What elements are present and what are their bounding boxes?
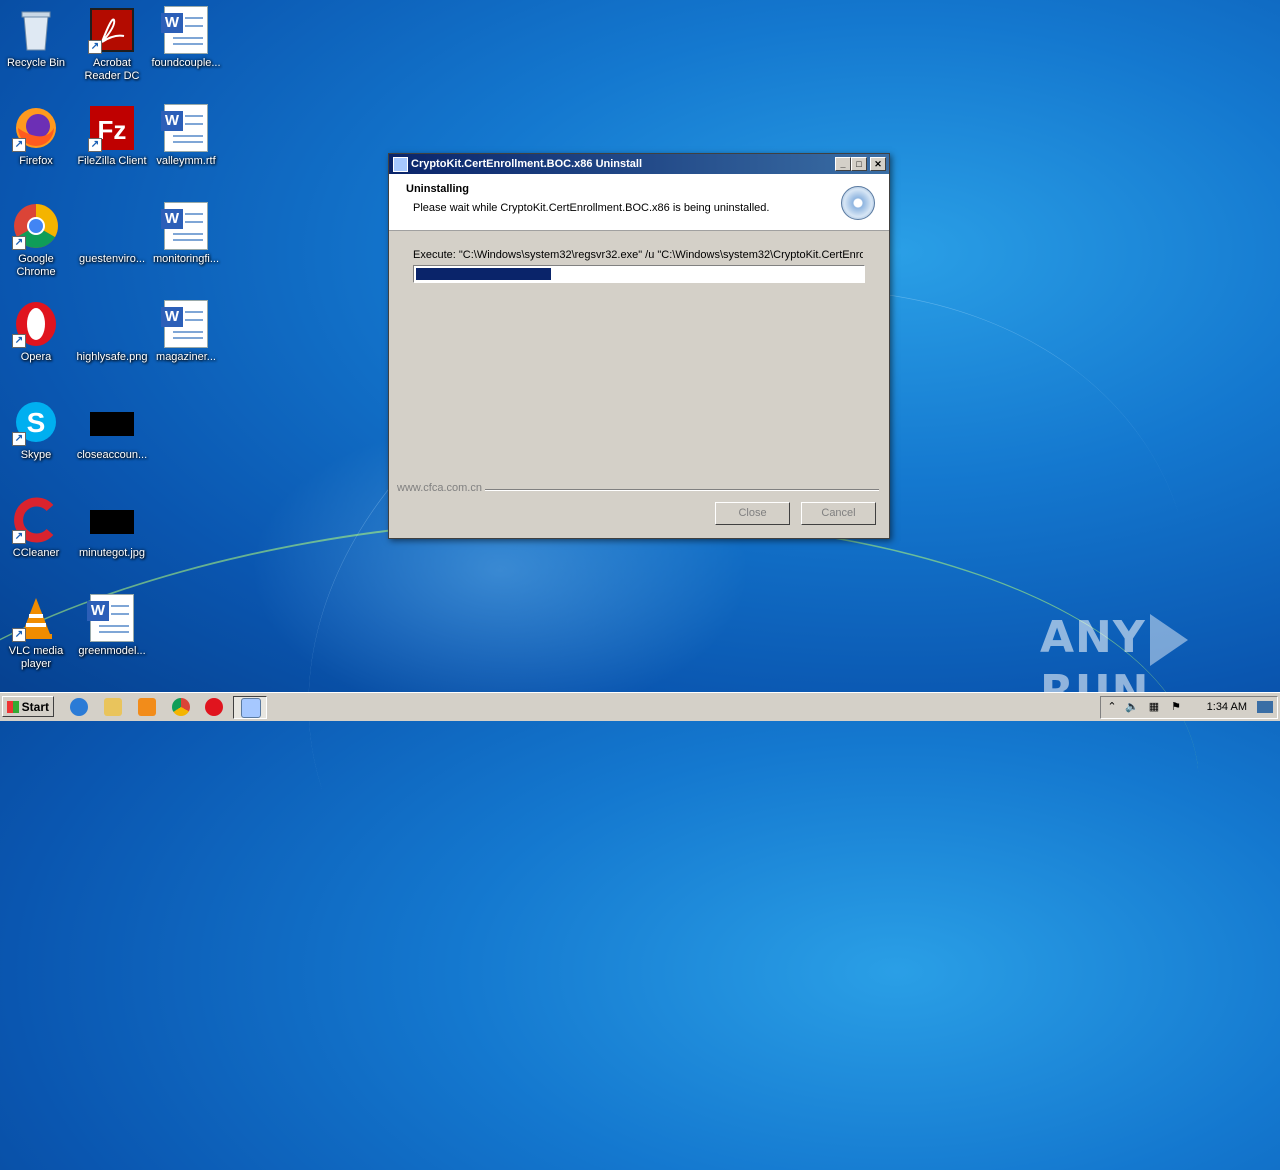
black-image-icon	[88, 496, 136, 544]
desktop-icon-greenmodel[interactable]: W greenmodel...	[74, 594, 150, 658]
minimize-button[interactable]: _	[835, 157, 851, 171]
filezilla-icon: Fz ↗	[88, 104, 136, 152]
show-hidden-icons-icon[interactable]: ⌃	[1105, 700, 1119, 714]
desktop-icon-skype[interactable]: S ↗ Skype	[0, 398, 74, 462]
volume-icon[interactable]: 🔈	[1125, 700, 1139, 714]
word-doc-icon: W	[161, 202, 210, 250]
uninstaller-taskbar-button[interactable]	[233, 696, 267, 719]
desktop-icon-closeaccoun[interactable]: closeaccoun...	[74, 398, 150, 462]
explorer-folder-icon[interactable]	[104, 698, 122, 716]
desktop-icon-chrome[interactable]: ↗ Google Chrome	[0, 202, 74, 279]
desktop-icon-firefox[interactable]: ↗ Firefox	[0, 104, 74, 168]
cancel-button[interactable]: Cancel	[801, 502, 876, 525]
installer-taskbar-icon	[241, 698, 261, 718]
maximize-button[interactable]: □	[851, 157, 867, 171]
close-button[interactable]: Close	[715, 502, 790, 525]
desktop-icon-ccleaner[interactable]: ↗ CCleaner	[0, 496, 74, 560]
branding-text: www.cfca.com.cn	[397, 482, 485, 494]
svg-text:S: S	[27, 407, 46, 438]
clock[interactable]: 1:34 AM	[1207, 697, 1247, 718]
start-button[interactable]: Start	[2, 696, 54, 717]
progress-bar	[413, 265, 865, 283]
dialog-title: CryptoKit.CertEnrollment.BOC.x86 Uninsta…	[411, 158, 643, 170]
show-desktop-icon[interactable]	[1257, 701, 1273, 713]
firefox-icon: ↗	[12, 104, 60, 152]
shortcut-arrow-icon: ↗	[88, 40, 102, 54]
progress-fill	[416, 268, 551, 280]
shortcut-arrow-icon: ↗	[12, 334, 26, 348]
desktop-icon-opera[interactable]: ↗ Opera	[0, 300, 74, 364]
cd-install-icon	[841, 186, 875, 220]
shortcut-arrow-icon: ↗	[12, 432, 26, 446]
skype-icon: S ↗	[12, 398, 60, 446]
word-doc-icon: W	[161, 104, 210, 152]
media-player-icon[interactable]	[138, 698, 156, 716]
watermark-left-text: ANY	[1040, 612, 1146, 663]
shortcut-arrow-icon: ↗	[12, 236, 26, 250]
shortcut-arrow-icon: ↗	[12, 628, 26, 642]
blank-file-icon	[88, 202, 136, 250]
shortcut-arrow-icon: ↗	[88, 138, 102, 152]
desktop-icon-acrobat[interactable]: ↗ Acrobat Reader DC	[74, 6, 150, 83]
header-subtitle: Please wait while CryptoKit.CertEnrollme…	[413, 202, 770, 214]
vlc-icon: ↗	[12, 594, 60, 642]
start-label: Start	[21, 700, 49, 714]
desktop-icon-foundcouple[interactable]: W foundcouple...	[148, 6, 224, 70]
windows-logo-icon	[7, 701, 19, 713]
word-doc-icon: W	[87, 594, 136, 642]
chrome-icon: ↗	[12, 202, 60, 250]
system-tray: ⌃ 🔈 ▦ ⚑ 1:34 AM	[1100, 696, 1278, 719]
play-icon	[1149, 614, 1188, 666]
opera-taskbar-icon[interactable]	[205, 698, 223, 716]
desktop-icon-minutegot[interactable]: minutegot.jpg	[74, 496, 150, 560]
close-window-button[interactable]: ✕	[870, 157, 886, 171]
taskbar: Start ⌃ 🔈 ▦ ⚑ 1:34 AM	[0, 692, 1280, 721]
desktop-icon-highlysafe[interactable]: highlysafe.png	[74, 300, 150, 364]
blank-file-icon	[88, 300, 136, 348]
shortcut-arrow-icon: ↗	[12, 530, 26, 544]
dialog-header: Uninstalling Please wait while CryptoKit…	[389, 174, 889, 231]
uninstall-dialog: CryptoKit.CertEnrollment.BOC.x86 Uninsta…	[388, 153, 890, 539]
dialog-titlebar[interactable]: CryptoKit.CertEnrollment.BOC.x86 Uninsta…	[389, 154, 889, 174]
desktop-icon-guestenviro[interactable]: guestenviro...	[74, 202, 150, 266]
desktop-icon-magaziner[interactable]: W magaziner...	[148, 300, 224, 364]
word-doc-icon: W	[161, 6, 210, 54]
ccleaner-icon: ↗	[12, 496, 60, 544]
chrome-taskbar-icon[interactable]	[172, 698, 190, 716]
opera-icon: ↗	[12, 300, 60, 348]
header-title: Uninstalling	[406, 183, 469, 195]
desktop-icon-filezilla[interactable]: Fz ↗ FileZilla Client	[74, 104, 150, 168]
desktop-icon-valleymm[interactable]: W valleymm.rtf	[148, 104, 224, 168]
black-image-icon	[88, 398, 136, 446]
network-icon[interactable]: ▦	[1147, 700, 1161, 714]
action-center-flag-icon[interactable]: ⚑	[1169, 700, 1183, 714]
word-doc-icon: W	[161, 300, 210, 348]
ie-icon[interactable]	[70, 698, 88, 716]
installer-icon	[393, 157, 408, 172]
desktop-icon-monitoringfi[interactable]: W monitoringfi...	[148, 202, 224, 266]
acrobat-icon: ↗	[88, 6, 136, 54]
desktop-icon-recycle-bin[interactable]: Recycle Bin	[0, 6, 74, 70]
shortcut-arrow-icon: ↗	[12, 138, 26, 152]
execute-status-text: Execute: "C:\Windows\system32\regsvr32.e…	[413, 249, 863, 261]
recycle-bin-icon	[12, 6, 60, 54]
desktop-icon-vlc[interactable]: ↗ VLC media player	[0, 594, 74, 671]
